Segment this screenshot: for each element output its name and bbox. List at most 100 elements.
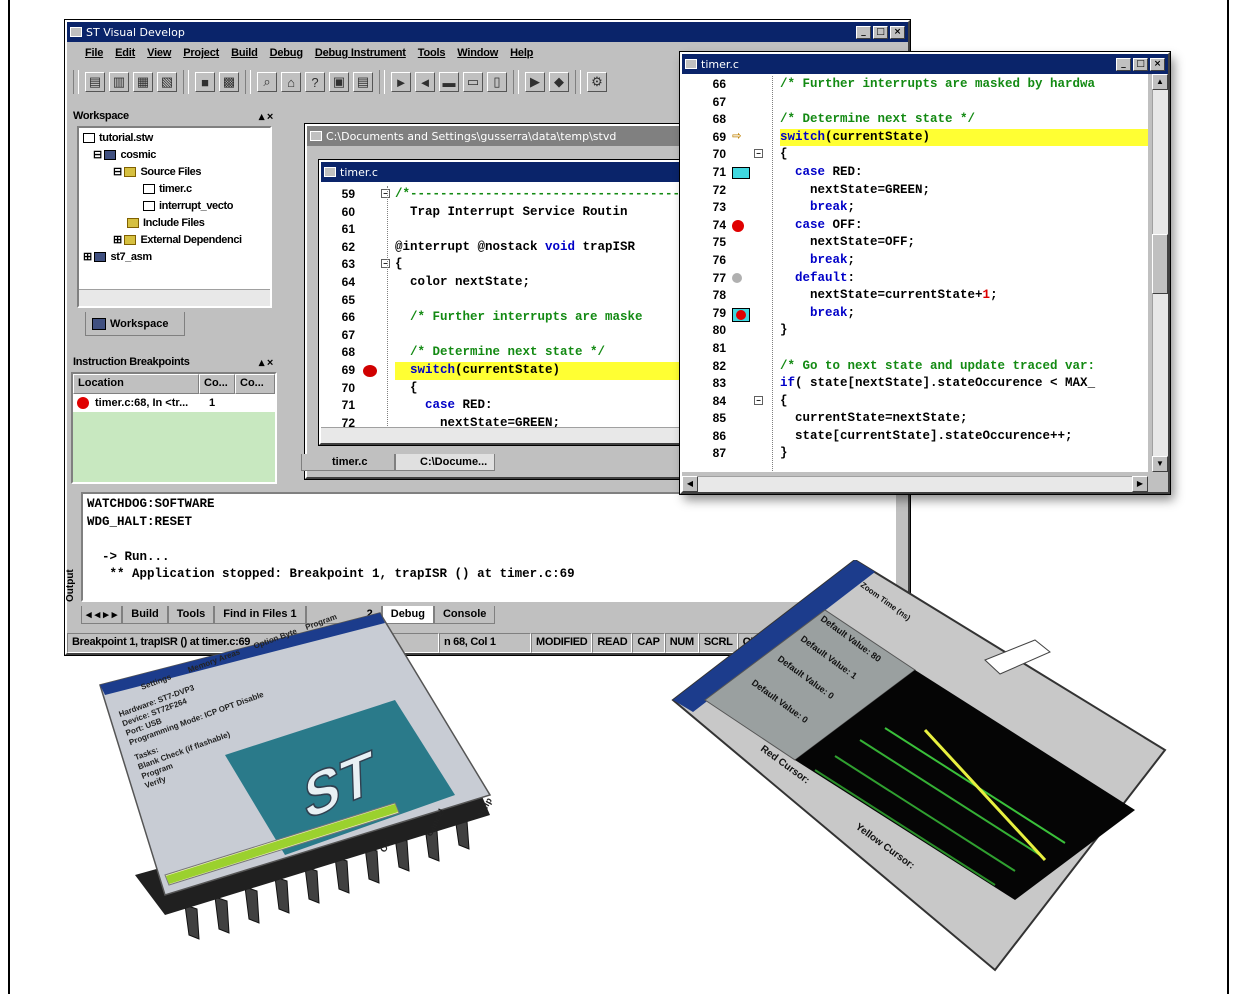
tree-item-timer-c[interactable]: timer.c [83,181,266,198]
window-icon[interactable]: ▬ [439,72,459,92]
editor-code-area[interactable]: 66 /* Further interrupts are masked by ha… [682,74,1148,472]
open-file-icon[interactable]: ▦ [133,72,153,92]
find-icon[interactable]: ⌕ [257,72,277,92]
close-icon[interactable]: × [1150,57,1165,71]
code-line[interactable]: 66 /* Further interrupts are masked by ha… [682,76,1148,94]
stop-icon[interactable]: ◄ [415,72,435,92]
menu-view[interactable]: View [147,47,171,59]
code-line[interactable]: 68 /* Determine next state */ [682,111,1148,129]
code-line[interactable]: 64 color nextState; [321,274,727,292]
column-header-location[interactable]: Location [73,374,199,394]
code-line[interactable]: 69 switch(currentState) [321,361,727,380]
code-line[interactable]: 85 currentState=nextState; [682,410,1148,428]
code-line[interactable]: 59 /*------------------------------------… [321,186,727,204]
save-icon[interactable]: ■ [195,72,215,92]
code-line[interactable]: 81 [682,340,1148,358]
code-line[interactable]: 65 [321,292,727,310]
code-line[interactable]: 82 /* Go to next state and update traced … [682,358,1148,376]
menu-debug[interactable]: Debug [270,47,303,59]
home-icon[interactable]: ⌂ [281,72,301,92]
code-line[interactable]: 70 {− [682,146,1148,164]
code-line[interactable]: 63 {− [321,256,727,274]
panel-close-icon[interactable]: ▴ × [259,356,273,369]
menu-tools[interactable]: Tools [418,47,446,59]
doc-back-title-bar[interactable]: C:\Documents and Settings\gusserra\data\… [307,126,723,146]
tab-c-documents[interactable]: C:\Docume... [395,454,495,471]
scroll-thumb[interactable] [1152,234,1168,294]
code-line[interactable]: 61 [321,221,727,239]
menu-edit[interactable]: Edit [115,47,135,59]
column-header-condition[interactable]: Co... [235,374,275,394]
tree-item-st7-asm[interactable]: ⊞ st7_asm [83,249,266,266]
current-line-arrow-icon[interactable]: ⇨ [732,128,741,146]
doc-front-hscroll[interactable] [321,427,727,443]
menu-build[interactable]: Build [231,47,258,59]
window-icon[interactable]: ▭ [463,72,483,92]
code-line[interactable]: 71 case RED: [321,397,727,415]
table-row[interactable]: timer.c:68, In <tr... 1 [73,394,275,412]
code-line[interactable]: 67 [682,94,1148,112]
close-icon[interactable]: × [890,25,905,39]
code-line[interactable]: 84 {− [682,393,1148,411]
help-icon[interactable]: ? [305,72,325,92]
menu-project[interactable]: Project [183,47,219,59]
fold-toggle-icon[interactable]: − [754,395,763,405]
doc-front-title-bar[interactable]: timer.c [321,162,727,182]
window-icon[interactable]: ▯ [487,72,507,92]
code-line[interactable]: 72 nextState=GREEN; [321,415,727,427]
scroll-right-icon[interactable]: ▶ [1132,476,1148,492]
maximize-icon[interactable]: □ [1133,57,1148,71]
menu-help[interactable]: Help [510,47,533,59]
code-line[interactable]: 83 if( state[nextState].stateOccurence < … [682,375,1148,393]
code-line[interactable]: 72 nextState=GREEN; [682,182,1148,200]
tree-item-source-files[interactable]: ⊟ Source Files [83,164,266,181]
code-line[interactable]: 74 case OFF: [682,217,1148,235]
scroll-up-icon[interactable]: ▲ [1152,74,1168,90]
debug-icon[interactable]: ◆ [549,72,569,92]
code-line[interactable]: 62 @interrupt @nostack void trapISR [321,239,727,257]
tool-icon[interactable]: ▣ [329,72,349,92]
tree-item-workspace[interactable]: tutorial.stw [83,130,266,147]
fold-toggle-icon[interactable]: − [381,189,390,198]
minimize-icon[interactable]: _ [1116,57,1131,71]
tree-item-cosmic[interactable]: ⊟ cosmic [83,147,266,164]
workspace-hscroll[interactable] [79,289,270,306]
run-icon[interactable]: ► [391,72,411,92]
code-line[interactable]: 77 default: [682,270,1148,288]
tab-timer-c[interactable]: timer.c [301,454,395,471]
scroll-down-icon[interactable]: ▼ [1152,456,1168,472]
code-line[interactable]: 79 break; [682,305,1148,323]
code-line[interactable]: 76 break; [682,252,1148,270]
bookmark-breakpoint-icon[interactable] [732,307,750,322]
bookmark-icon[interactable] [732,166,750,179]
editor-title-bar[interactable]: timer.c _ □ × [682,54,1168,74]
fold-toggle-icon[interactable]: − [381,259,390,269]
code-line[interactable]: 70 { [321,380,727,398]
print-icon[interactable]: ▩ [219,72,239,92]
build-icon[interactable]: ⚙ [587,72,607,92]
code-line[interactable]: 69 switch(currentState) ⇨ [682,128,1148,147]
breakpoint-icon[interactable] [732,219,744,232]
code-line[interactable]: 86 state[currentState].stateOccurence++; [682,428,1148,446]
tree-item-external-dependencies[interactable]: ⊞ External Dependenci [83,232,266,249]
code-line[interactable]: 75 nextState=OFF; [682,234,1148,252]
menu-window[interactable]: Window [457,47,498,59]
panel-close-icon[interactable]: ▴ × [259,110,273,123]
doc-front-editor[interactable]: 59 /*------------------------------------… [321,182,727,427]
new-file-icon[interactable]: ▥ [109,72,129,92]
code-line[interactable]: 60 Trap Interrupt Service Routin [321,204,727,222]
debug-icon[interactable]: ▶ [525,72,545,92]
menu-file[interactable]: File [85,47,103,59]
new-project-icon[interactable]: ▤ [85,72,105,92]
code-line[interactable]: 67 [321,327,727,345]
workspace-tab[interactable]: Workspace [85,312,185,336]
code-line[interactable]: 78 nextState=currentState+1; [682,287,1148,305]
code-line[interactable]: 71 case RED: [682,164,1148,182]
code-line[interactable]: 87} [682,445,1148,463]
column-header-count[interactable]: Co... [199,374,235,394]
code-line[interactable]: 80} [682,322,1148,340]
fold-toggle-icon[interactable]: − [754,149,763,159]
menu-debug-instrument[interactable]: Debug Instrument [315,47,406,59]
minimize-icon[interactable]: _ [856,25,871,39]
scroll-left-icon[interactable]: ◀ [682,476,698,492]
